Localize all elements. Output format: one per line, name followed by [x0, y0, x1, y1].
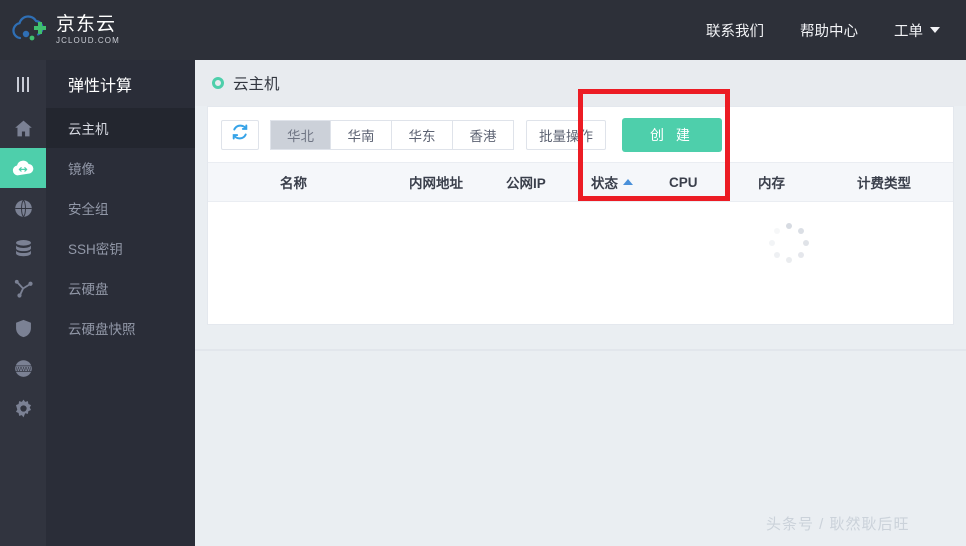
sidebar-item-cloud-server[interactable]: 云主机	[46, 108, 195, 148]
table-header-public-ip[interactable]: 公网IP	[506, 172, 546, 192]
table-header-name[interactable]: 名称	[280, 172, 307, 192]
gear-icon	[13, 398, 34, 419]
region-tab-label: 华南	[347, 128, 375, 144]
topnav-ticket-label: 工单	[894, 23, 923, 40]
green-ring-icon	[212, 77, 224, 89]
topnav-ticket[interactable]: 工单	[876, 20, 958, 41]
rail-item-home[interactable]	[0, 108, 46, 148]
rail-item-cloud-disk-snapshot[interactable]: WWW	[0, 348, 46, 388]
app-root: 京东云 JCLOUD.COM 联系我们 帮助中心 工单 WWW 弹性计算 云主机…	[0, 0, 966, 546]
rail-item-cloud-disk[interactable]	[0, 308, 46, 348]
sidebar-item-security-group[interactable]: 安全组	[46, 188, 195, 228]
table-header-label: 公网IP	[506, 176, 546, 191]
region-tab-label: 华北	[287, 128, 314, 144]
ssh-key-network-icon	[13, 278, 34, 299]
table-header-private-ip[interactable]: 内网地址	[409, 172, 463, 192]
www-globe-icon: WWW	[13, 358, 34, 379]
region-tab-label: 华东	[408, 128, 436, 144]
brand-text: 京东云 JCLOUD.COM	[56, 15, 120, 45]
rail-item-image[interactable]	[0, 188, 46, 228]
topnav-help-center-label: 帮助中心	[800, 23, 858, 40]
sidebar-item-label: 云硬盘	[68, 282, 109, 297]
refresh-icon	[231, 123, 249, 146]
topnav-contact-us-label: 联系我们	[706, 23, 764, 40]
sidebar-item-label: 云硬盘快照	[68, 322, 136, 337]
sidebar-item-label: 镜像	[68, 162, 95, 177]
table-header-label: 状态	[591, 176, 618, 191]
top-navigation: 联系我们 帮助中心 工单	[688, 20, 966, 41]
menu-toggle-button[interactable]	[0, 60, 46, 108]
table-header-row: 名称 内网地址 公网IP 状态 CPU 内存 计费类型	[208, 162, 953, 202]
brand-name-en: JCLOUD.COM	[56, 36, 120, 45]
rail-item-security-group[interactable]	[0, 228, 46, 268]
sidebar-item-image[interactable]: 镜像	[46, 148, 195, 188]
region-tabs: 华北 华南 华东 香港	[270, 119, 514, 150]
sidebar-submenu: 弹性计算 云主机 镜像 安全组 SSH密钥 云硬盘 云硬盘快照	[46, 60, 195, 546]
table-header-memory[interactable]: 内存	[758, 172, 785, 192]
rail-item-settings[interactable]	[0, 388, 46, 428]
icon-rail: WWW	[0, 60, 46, 546]
brand-logo-block[interactable]: 京东云 JCLOUD.COM	[0, 12, 195, 48]
table-header-label: CPU	[669, 174, 698, 190]
region-tab-label: 香港	[469, 128, 497, 144]
table-header-label: 名称	[280, 176, 307, 191]
topnav-contact-us[interactable]: 联系我们	[688, 20, 782, 41]
region-tab-hongkong[interactable]: 香港	[453, 119, 514, 150]
sidebar-item-label: 安全组	[68, 202, 109, 217]
sidebar-item-cloud-disk-snapshot[interactable]: 云硬盘快照	[46, 308, 195, 348]
sidebar-item-label: SSH密钥	[68, 242, 123, 257]
table-header-status[interactable]: 状态	[591, 172, 633, 192]
page-title: 云主机	[233, 76, 280, 93]
topnav-help-center[interactable]: 帮助中心	[782, 20, 876, 41]
create-button[interactable]: 创 建	[622, 117, 722, 152]
loading-spinner-icon	[769, 223, 809, 263]
content-card: 华北 华南 华东 香港 批量操作 创 建 名称 内网地址 公网IP 状态 CPU…	[207, 106, 954, 325]
table-header-billing-type[interactable]: 计费类型	[857, 172, 911, 192]
shield-icon	[13, 318, 34, 339]
brand-name-cn: 京东云	[56, 14, 117, 35]
rail-item-cloud-server[interactable]	[0, 148, 46, 188]
sidebar-item-ssh-key[interactable]: SSH密钥	[46, 228, 195, 268]
batch-operation-button[interactable]: 批量操作	[526, 119, 606, 150]
table-toolbar: 华北 华南 华东 香港 批量操作 创 建	[208, 107, 953, 162]
sort-ascending-icon	[623, 179, 633, 185]
main-content: 云主机 华北 华南 华东 香港 批量操作 创 建 名称 内网地址 公网IP 状态…	[195, 60, 966, 546]
home-icon	[13, 118, 34, 139]
table-header-cpu[interactable]: CPU	[669, 175, 698, 190]
chevron-down-icon	[930, 27, 940, 33]
menu-bars-icon	[17, 76, 29, 92]
region-tab-huabei[interactable]: 华北	[270, 119, 331, 150]
table-header-label: 内网地址	[409, 176, 463, 191]
rail-item-ssh-key[interactable]	[0, 268, 46, 308]
sidebar-item-cloud-disk[interactable]: 云硬盘	[46, 268, 195, 308]
watermark-text: 头条号 / 耿然耿后旺	[766, 516, 910, 533]
top-header-bar: 京东云 JCLOUD.COM 联系我们 帮助中心 工单	[0, 0, 966, 60]
globe-image-icon	[13, 198, 34, 219]
table-header-label: 内存	[758, 176, 785, 191]
sidebar-title: 弹性计算	[68, 77, 133, 95]
table-body	[208, 202, 953, 324]
content-divider	[195, 349, 966, 351]
table-header-label: 计费类型	[857, 176, 911, 191]
batch-operation-label: 批量操作	[539, 128, 593, 144]
page-header: 云主机	[195, 60, 966, 106]
region-tab-huanan[interactable]: 华南	[331, 119, 392, 150]
refresh-button[interactable]	[221, 119, 259, 150]
cloud-server-icon	[11, 157, 35, 179]
database-icon	[13, 238, 34, 259]
cloud-logo-icon	[10, 12, 50, 48]
region-tab-huadong[interactable]: 华东	[392, 119, 453, 150]
sidebar-item-label: 云主机	[68, 122, 109, 137]
